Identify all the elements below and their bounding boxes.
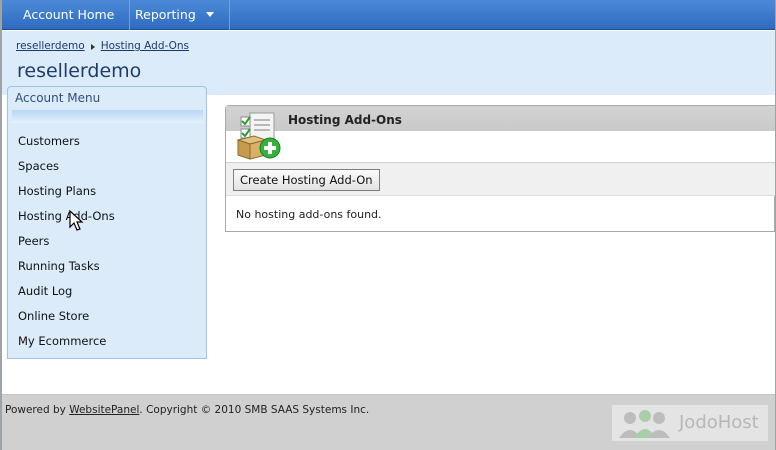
breadcrumb: resellerdemo Hosting Add-Ons xyxy=(16,40,189,52)
top-navigation-bar: Account Home Reporting xyxy=(2,0,775,30)
menu-item-customers[interactable]: Customers xyxy=(18,134,80,148)
breadcrumb-link-hosting-addons[interactable]: Hosting Add-Ons xyxy=(101,40,189,52)
nav-reporting[interactable]: Reporting xyxy=(120,0,230,30)
page-title: resellerdemo xyxy=(17,60,142,82)
jodohost-logo[interactable]: JodoHost xyxy=(612,405,768,441)
account-menu-title: Account Menu xyxy=(15,91,101,105)
nav-reporting-label: Reporting xyxy=(135,7,196,22)
menu-item-online-store[interactable]: Online Store xyxy=(18,309,89,323)
menu-item-spaces[interactable]: Spaces xyxy=(18,159,59,173)
panel-toolbar: Create Hosting Add-On xyxy=(226,163,775,196)
nav-account-home-label: Account Home xyxy=(23,7,115,22)
create-hosting-addon-button[interactable]: Create Hosting Add-On xyxy=(233,169,380,191)
footer-text: Powered by WebsitePanel. Copyright © 201… xyxy=(5,404,369,416)
menu-item-running-tasks[interactable]: Running Tasks xyxy=(18,259,100,273)
breadcrumb-link-reseller[interactable]: resellerdemo xyxy=(16,40,85,52)
footer: Powered by WebsitePanel. Copyright © 201… xyxy=(2,394,775,450)
account-menu-divider xyxy=(12,110,203,123)
footer-prefix: Powered by xyxy=(5,404,70,416)
hosting-addons-panel: Hosting Add-Ons Create Hosting Add-On No… xyxy=(225,105,775,232)
people-icon xyxy=(619,410,670,438)
hosting-addon-icon xyxy=(236,112,281,160)
nav-account-home[interactable]: Account Home xyxy=(8,0,131,30)
menu-item-peers[interactable]: Peers xyxy=(18,234,49,248)
account-menu: Account Menu Customers Spaces Hosting Pl… xyxy=(7,86,207,359)
menu-item-audit-log[interactable]: Audit Log xyxy=(18,284,72,298)
menu-item-hosting-addons[interactable]: Hosting Add-Ons xyxy=(18,209,115,223)
panel-title: Hosting Add-Ons xyxy=(288,113,402,127)
chevron-down-icon xyxy=(205,12,214,17)
mouse-cursor-icon xyxy=(69,210,84,231)
jodohost-logo-text: JodoHost xyxy=(679,412,759,433)
footer-copyright: . Copyright © 2010 SMB SAAS Systems Inc. xyxy=(139,404,370,416)
websitepanel-link[interactable]: WebsitePanel xyxy=(69,404,139,416)
menu-item-hosting-plans[interactable]: Hosting Plans xyxy=(18,184,96,198)
menu-item-my-ecommerce[interactable]: My Ecommerce xyxy=(18,334,106,348)
panel-header: Hosting Add-Ons xyxy=(226,106,775,163)
breadcrumb-arrow-icon xyxy=(90,44,95,50)
empty-message: No hosting add-ons found. xyxy=(236,208,382,221)
